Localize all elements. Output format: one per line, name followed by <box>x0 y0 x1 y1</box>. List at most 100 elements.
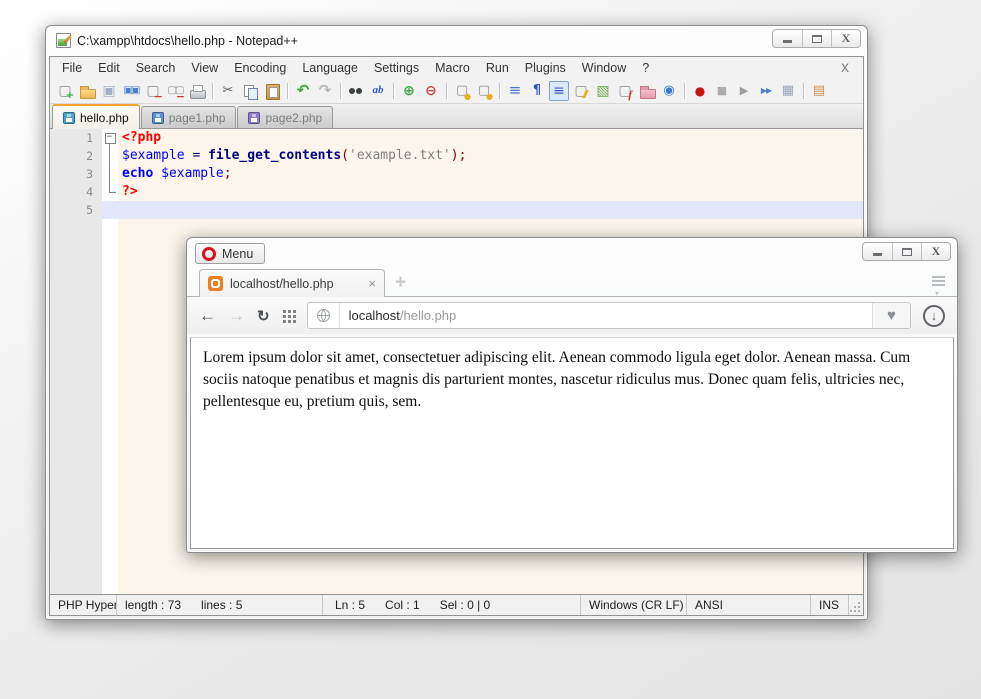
notepad-titlebar[interactable]: C:\xampp\htdocs\hello.php - Notepad++ <box>46 26 867 55</box>
close-icon[interactable] <box>831 30 860 47</box>
line-number[interactable]: 3 <box>50 165 102 183</box>
toolbar-separator <box>340 83 341 99</box>
forward-icon[interactable] <box>228 307 245 324</box>
minimize-icon[interactable] <box>773 30 802 47</box>
cut-icon[interactable] <box>218 81 238 101</box>
new-tab-icon[interactable]: + <box>395 273 406 292</box>
line-number[interactable]: 5 <box>50 201 102 219</box>
line-number[interactable]: 2 <box>50 147 102 165</box>
macro-save-icon[interactable] <box>778 81 798 101</box>
editor-tab-page1-php[interactable]: page1.php <box>141 106 237 128</box>
line-number[interactable]: 4 <box>50 183 102 201</box>
bookmark-heart-icon[interactable] <box>872 303 910 328</box>
macro-run-multiple-icon[interactable] <box>756 81 776 101</box>
menu-item-window[interactable]: Window <box>574 59 634 77</box>
find-icon[interactable] <box>346 81 366 101</box>
line-number[interactable]: 1 <box>50 129 102 147</box>
close-icon[interactable] <box>921 243 950 260</box>
sync-horizontal-icon[interactable] <box>474 81 494 101</box>
menu-item-edit[interactable]: Edit <box>90 59 128 77</box>
zoom-out-icon[interactable] <box>421 81 441 101</box>
site-badge[interactable] <box>308 303 340 328</box>
toolbar-separator <box>803 83 804 99</box>
toolbar-separator <box>684 83 685 99</box>
status-encoding[interactable]: ANSI <box>687 595 811 615</box>
status-length: length : 73 <box>125 598 181 612</box>
browser-tab-localhost[interactable]: localhost/hello.php × <box>199 269 385 297</box>
code-text: $example = file_get_contents('example.tx… <box>118 147 466 165</box>
menu-item-file[interactable]: File <box>54 59 90 77</box>
back-icon[interactable] <box>199 307 216 324</box>
editor-tab-hello-php[interactable]: hello.php <box>52 104 140 129</box>
status-document-size: length : 73 lines : 5 <box>117 595 323 615</box>
show-indent-guide-icon[interactable] <box>549 81 569 101</box>
document-map-icon[interactable] <box>593 81 613 101</box>
browser-viewport: Lorem ipsum dolor sit amet, consectetuer… <box>190 337 954 549</box>
menu-item-help[interactable]: ? <box>634 59 657 77</box>
address-bar[interactable]: localhost/hello.php <box>307 302 911 329</box>
code-line-3[interactable]: 3echo $example; <box>50 165 863 183</box>
reload-icon[interactable] <box>257 307 270 324</box>
menu-item-view[interactable]: View <box>183 59 226 77</box>
menu-item-settings[interactable]: Settings <box>366 59 427 77</box>
minimize-icon[interactable] <box>863 243 892 260</box>
tab-label: hello.php <box>80 111 129 125</box>
redo-icon[interactable] <box>315 81 335 101</box>
menu-item-search[interactable]: Search <box>128 59 184 77</box>
macro-record-icon[interactable] <box>690 81 710 101</box>
closed-tabs-icon[interactable] <box>931 276 947 290</box>
close-all-icon[interactable] <box>165 81 185 101</box>
user-defined-dialog-icon[interactable] <box>571 81 591 101</box>
status-insert-mode[interactable]: INS <box>811 595 849 615</box>
address-url[interactable]: localhost/hello.php <box>340 308 457 323</box>
code-line-1[interactable]: 1<?php <box>50 129 863 147</box>
macro-stop-icon[interactable] <box>712 81 732 101</box>
save-icon[interactable] <box>99 81 119 101</box>
status-doctype: PHP Hyperte <box>50 595 117 615</box>
saved-file-icon <box>152 112 164 124</box>
word-wrap-icon[interactable] <box>505 81 525 101</box>
document-close-icon[interactable]: X <box>835 61 855 75</box>
opera-menu-button[interactable]: Menu <box>195 243 265 264</box>
zoom-in-icon[interactable] <box>399 81 419 101</box>
menu-item-macro[interactable]: Macro <box>427 59 478 77</box>
code-line-4[interactable]: 4?> <box>50 183 863 201</box>
speed-dial-icon[interactable] <box>282 309 295 322</box>
menu-item-plugins[interactable]: Plugins <box>517 59 574 77</box>
maximize-icon[interactable] <box>802 30 831 47</box>
sync-vertical-icon[interactable] <box>452 81 472 101</box>
undo-icon[interactable] <box>293 81 313 101</box>
resize-grip[interactable] <box>849 595 863 615</box>
close-icon[interactable] <box>143 81 163 101</box>
code-line-5[interactable]: 5 <box>50 201 863 219</box>
paste-icon[interactable] <box>262 81 282 101</box>
opera-titlebar[interactable]: Menu <box>187 238 957 266</box>
function-list-icon[interactable] <box>615 81 635 101</box>
editor-tab-page2-php[interactable]: page2.php <box>237 106 333 128</box>
show-all-characters-icon[interactable] <box>527 81 547 101</box>
folder-as-workspace-icon[interactable] <box>637 81 657 101</box>
document-monitor-icon[interactable] <box>659 81 679 101</box>
code-line-2[interactable]: 2 $example = file_get_contents('example.t… <box>50 147 863 165</box>
plugin-doc-icon[interactable] <box>809 81 829 101</box>
status-selection: Sel : 0 | 0 <box>440 598 490 612</box>
status-column: Col : 1 <box>385 598 420 612</box>
toolbar-separator <box>499 83 500 99</box>
tab-close-icon[interactable]: × <box>368 276 376 291</box>
menu-item-encoding[interactable]: Encoding <box>226 59 294 77</box>
macro-play-icon[interactable] <box>734 81 754 101</box>
fold-margin[interactable] <box>102 129 118 147</box>
status-caret-position: Ln : 5 Col : 1 Sel : 0 | 0 <box>323 595 581 615</box>
print-icon[interactable] <box>187 81 207 101</box>
replace-icon[interactable] <box>368 81 388 101</box>
new-file-icon[interactable] <box>55 81 75 101</box>
save-all-icon[interactable] <box>121 81 141 101</box>
status-eol-format[interactable]: Windows (CR LF) <box>581 595 687 615</box>
notepad-menubar: FileEditSearchViewEncodingLanguageSettin… <box>50 57 863 78</box>
downloads-icon[interactable] <box>923 305 945 327</box>
maximize-icon[interactable] <box>892 243 921 260</box>
open-file-icon[interactable] <box>77 81 97 101</box>
copy-icon[interactable] <box>240 81 260 101</box>
menu-item-run[interactable]: Run <box>478 59 517 77</box>
menu-item-language[interactable]: Language <box>294 59 366 77</box>
